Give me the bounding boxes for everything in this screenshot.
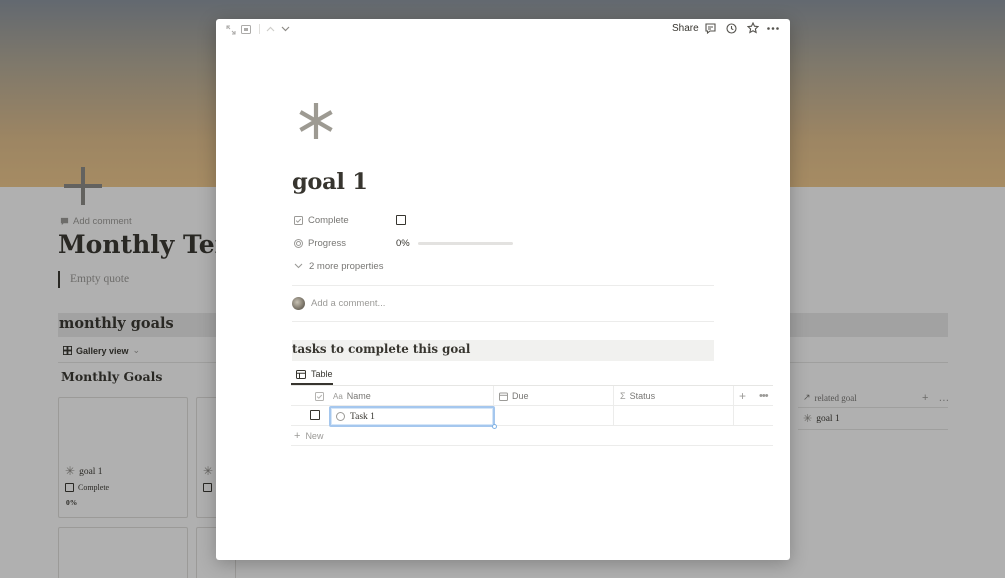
- new-row-button[interactable]: + New: [294, 429, 323, 443]
- progress-bar: [417, 241, 513, 245]
- expand-icon[interactable]: [226, 25, 236, 35]
- column-header-due[interactable]: Due: [499, 386, 529, 406]
- more-options-icon[interactable]: •••: [759, 386, 769, 406]
- more-options-icon[interactable]: [767, 27, 779, 30]
- progress-value: 0%: [396, 237, 410, 249]
- new-row-label: New: [305, 431, 324, 441]
- progress-icon: [294, 238, 303, 248]
- plus-icon: +: [294, 430, 301, 442]
- chevron-down-icon: [294, 263, 303, 269]
- column-label: Due: [512, 391, 529, 401]
- star-icon[interactable]: [747, 22, 759, 34]
- avatar: [292, 297, 305, 310]
- more-properties-toggle[interactable]: 2 more properties: [294, 258, 383, 274]
- table-header: Aa Name Due Σ Status + •••: [291, 386, 773, 406]
- column-divider: [613, 386, 614, 426]
- checkbox-icon: [315, 391, 324, 401]
- table-cell-name[interactable]: Task 1: [329, 406, 495, 427]
- section-heading[interactable]: tasks to complete this goal: [292, 342, 470, 356]
- column-header-status[interactable]: Σ Status: [620, 386, 655, 406]
- row-done-checkbox[interactable]: [310, 410, 320, 420]
- divider: [292, 285, 714, 286]
- tab-label: Table: [311, 369, 333, 379]
- circle-icon: [336, 412, 345, 421]
- text-aa-icon: Aa: [333, 391, 343, 401]
- chevron-up-icon[interactable]: [266, 26, 275, 32]
- modal-topbar: Share: [216, 19, 790, 39]
- calendar-icon: [499, 392, 508, 401]
- complete-checkbox[interactable]: [396, 215, 406, 225]
- column-label: Name: [346, 391, 371, 401]
- property-complete[interactable]: Complete: [294, 212, 406, 228]
- comment-placeholder: Add a comment...: [311, 298, 386, 309]
- share-button[interactable]: Share: [672, 23, 699, 34]
- property-label: Complete: [308, 214, 349, 226]
- column-label: Status: [629, 391, 656, 401]
- select-all-checkbox[interactable]: [315, 386, 324, 406]
- topbar-separator: [259, 24, 260, 34]
- checkbox-icon: [294, 215, 303, 225]
- more-properties-label: 2 more properties: [309, 260, 384, 272]
- column-divider: [733, 386, 734, 426]
- property-progress[interactable]: Progress 0%: [294, 235, 513, 251]
- page-peek-modal: Share goal 1 Complete Progress 0% 2 more…: [216, 19, 790, 560]
- history-icon[interactable]: [726, 23, 737, 34]
- row-divider: [291, 445, 773, 446]
- divider: [292, 321, 714, 322]
- task-name: Task 1: [350, 411, 375, 422]
- property-label: Progress: [308, 237, 347, 249]
- open-as-icon[interactable]: [241, 25, 251, 34]
- sigma-icon: Σ: [620, 391, 626, 401]
- page-title[interactable]: goal 1: [292, 169, 368, 195]
- chevron-down-icon[interactable]: [281, 26, 290, 32]
- add-column-button[interactable]: +: [739, 386, 746, 406]
- page-asterisk-icon[interactable]: [296, 101, 336, 141]
- comment-input[interactable]: Add a comment...: [292, 297, 385, 310]
- comments-icon[interactable]: [705, 23, 716, 34]
- table-icon: [296, 369, 306, 379]
- tab-table[interactable]: Table: [292, 364, 337, 384]
- cell-resize-handle[interactable]: [492, 424, 497, 429]
- column-header-name[interactable]: Aa Name: [333, 386, 371, 406]
